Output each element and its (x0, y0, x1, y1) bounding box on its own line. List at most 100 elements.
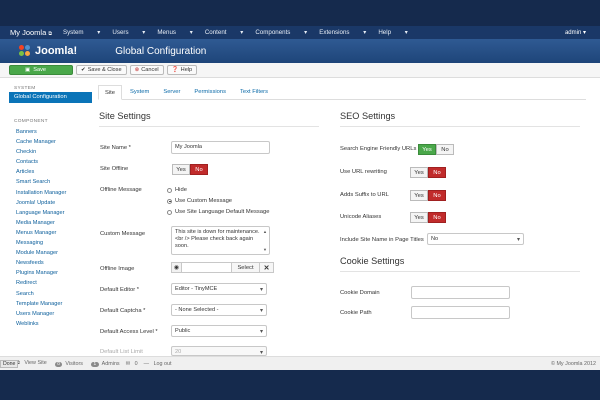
view-site-link[interactable]: ⧉ View Site (16, 360, 50, 367)
suffix-no[interactable]: No (428, 190, 446, 201)
menu-system[interactable]: System ▾ (63, 29, 100, 36)
site-offline-yes[interactable]: Yes (172, 164, 190, 175)
admins-indicator: 1 Admins (89, 361, 123, 367)
toolbar: ▣ Save ✔ Save & Close ⊗ Cancel ❓ Help (0, 63, 600, 78)
default-captcha-select[interactable]: - None Selected - (171, 304, 267, 316)
sidebar-item-redirect[interactable]: Redirect (9, 278, 92, 288)
sidebar-item-smart-search[interactable]: Smart Search (9, 177, 92, 187)
tab-system[interactable]: System (124, 85, 155, 99)
scroll-up-icon: ▲ (263, 229, 267, 234)
tab-text-filters[interactable]: Text Filters (234, 85, 274, 99)
sidebar-item-module-manager[interactable]: Module Manager (9, 248, 92, 258)
sidebar-item-template-manager[interactable]: Template Manager (9, 299, 92, 309)
site-brand-label: My Joomla (10, 28, 47, 37)
menu-help[interactable]: Help ▾ (378, 29, 408, 36)
sidebar-item-checkin[interactable]: Checkin (9, 147, 92, 157)
sidebar-item-language-manager[interactable]: Language Manager (9, 208, 92, 218)
help-icon: ❓ (171, 67, 179, 73)
admins-count-badge: 1 (90, 361, 99, 367)
sidebar-item-cache-manager[interactable]: Cache Manager (9, 137, 92, 147)
sidebar-item-users-manager[interactable]: Users Manager (9, 309, 92, 319)
sidebar-item-articles[interactable]: Articles (9, 167, 92, 177)
sidebar-item-messaging[interactable]: Messaging (9, 238, 92, 248)
unicode-aliases-yes[interactable]: Yes (410, 212, 428, 223)
offline-option-custom[interactable]: Use Custom Message (167, 198, 232, 204)
tab-site[interactable]: Site (98, 85, 122, 100)
menu-content[interactable]: Content ▾ (205, 29, 244, 36)
page-title: Global Configuration (115, 45, 207, 57)
external-link-icon: ⧉ (48, 31, 52, 37)
offline-option-hide[interactable]: Hide (167, 187, 187, 193)
menu-menus[interactable]: Menus ▾ (157, 29, 192, 36)
cookie-domain-input[interactable] (411, 286, 510, 299)
joomla-logo: Joomla! (19, 45, 77, 57)
custom-message-textarea[interactable]: This site is down for maintenance.<br />… (171, 226, 270, 255)
menu-extensions[interactable]: Extensions ▾ (319, 29, 366, 36)
save-icon: ▣ (25, 67, 31, 73)
cookie-settings-heading: Cookie Settings (340, 256, 405, 266)
sidebar-heading-system: SYSTEM (14, 86, 36, 91)
user-menu[interactable]: admin ▾ (565, 29, 586, 36)
menu-users[interactable]: Users ▾ (112, 29, 145, 36)
seo-settings-divider (340, 126, 580, 127)
sidebar-item-contacts[interactable]: Contacts (9, 157, 92, 167)
default-list-limit-value: 20 (175, 349, 182, 355)
sidebar-item-banners[interactable]: Banners (9, 127, 92, 137)
radio-selected-icon (167, 198, 172, 204)
site-offline-no[interactable]: No (190, 164, 208, 175)
sidebar-item-weblinks[interactable]: Weblinks (9, 319, 92, 329)
offline-image-label: Offline Image (100, 266, 135, 272)
tab-server[interactable]: Server (157, 85, 186, 99)
save-button[interactable]: ▣ Save (9, 65, 73, 75)
sef-urls-no[interactable]: No (436, 144, 454, 155)
site-name-label: Site Name * (100, 145, 131, 151)
default-editor-value: Editor - TinyMCE (175, 286, 218, 292)
sidebar-item-menus-manager[interactable]: Menus Manager (9, 228, 92, 238)
sidebar-item-global-configuration[interactable]: Global Configuration (9, 92, 92, 103)
default-access-label: Default Access Level * (100, 329, 158, 335)
offline-option-default[interactable]: Use Site Language Default Message (167, 209, 269, 215)
clear-icon[interactable]: ✕ (260, 262, 274, 273)
url-rewriting-toggle: Yes No (410, 167, 446, 178)
textarea-scrollbar[interactable]: ▲ ▼ (263, 228, 268, 253)
sidebar-item-installation-manager[interactable]: Installation Manager (9, 188, 92, 198)
sidebar-item-newsfeeds[interactable]: Newsfeeds (9, 258, 92, 268)
cancel-button[interactable]: ⊗ Cancel (129, 65, 164, 75)
default-list-limit-label: Default List Limit (100, 349, 143, 355)
suffix-yes[interactable]: Yes (410, 190, 428, 201)
site-name-input[interactable]: My Joomla (171, 141, 270, 154)
log-out-link[interactable]: — Log out (144, 361, 175, 367)
cancel-icon: ⊗ (134, 67, 140, 73)
offline-image-select-button[interactable]: Select (232, 262, 260, 273)
sef-urls-yes[interactable]: Yes (418, 144, 436, 155)
default-access-select[interactable]: Public (171, 325, 267, 337)
menu-components[interactable]: Components ▾ (255, 29, 307, 36)
status-items: ⧉ View Site 0Visitors 1Admins ✉ 0 — Log … (16, 360, 178, 367)
scroll-down-icon: ▼ (263, 247, 267, 252)
url-rewriting-no[interactable]: No (428, 167, 446, 178)
eye-icon[interactable]: ◉ (171, 262, 182, 273)
site-name-in-titles-select[interactable]: No (427, 233, 524, 245)
offline-image-path[interactable] (182, 262, 232, 273)
default-list-limit-select[interactable]: 20 (171, 346, 267, 356)
save-close-button[interactable]: ✔ Save & Close (76, 65, 127, 75)
help-button[interactable]: ❓ Help (166, 65, 198, 75)
sidebar-item-search[interactable]: Search (9, 289, 92, 299)
sidebar-item-joomla-update[interactable]: Joomla! Update (9, 198, 92, 208)
url-rewriting-yes[interactable]: Yes (410, 167, 428, 178)
sidebar-item-media-manager[interactable]: Media Manager (9, 218, 92, 228)
radio-icon (167, 209, 172, 215)
site-brand-link[interactable]: My Joomla ⧉ (10, 28, 52, 37)
main-menu: System ▾ Users ▾ Menus ▾ Content ▾ Compo… (63, 29, 420, 36)
cookie-path-input[interactable] (411, 306, 510, 319)
sidebar-item-plugins-manager[interactable]: Plugins Manager (9, 268, 92, 278)
unicode-aliases-no[interactable]: No (428, 212, 446, 223)
site-name-in-titles-value: No (431, 236, 439, 242)
default-editor-label: Default Editor * (100, 287, 139, 293)
messages-indicator[interactable]: ✉ 0 (126, 361, 141, 367)
envelope-icon: ✉ (125, 360, 131, 367)
default-editor-select[interactable]: Editor - TinyMCE (171, 283, 267, 295)
copyright-text: © My Joomla 2012 (550, 360, 596, 367)
top-menu-bar: My Joomla ⧉ System ▾ Users ▾ Menus ▾ Con… (0, 26, 600, 39)
tab-permissions[interactable]: Permissions (188, 85, 232, 99)
